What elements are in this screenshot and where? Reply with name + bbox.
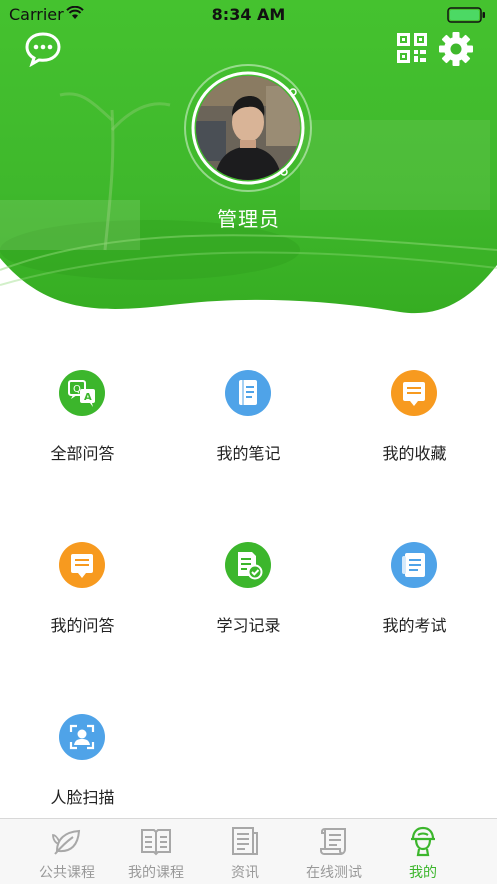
menu-label: 我的问答 <box>50 616 115 635</box>
study-record-icon <box>225 542 271 588</box>
status-bar: Carrier 8:34 AM <box>0 0 497 30</box>
avatar[interactable] <box>182 62 314 194</box>
news-icon <box>232 827 258 855</box>
tab-public-courses[interactable]: 公共课程 <box>22 819 112 881</box>
menu-item-face-scan[interactable]: 人脸扫描 <box>0 696 165 836</box>
tab-label: 在线测试 <box>306 865 362 881</box>
face-scan-icon <box>59 714 105 760</box>
menu-label: 我的考试 <box>382 616 447 635</box>
qr-code-icon <box>397 33 427 63</box>
menu-item-my-exam[interactable]: 我的考试 <box>332 524 497 664</box>
tab-label: 资讯 <box>231 865 259 881</box>
menu-item-my-notes[interactable]: 我的笔记 <box>166 352 331 492</box>
menu-item-study-record[interactable]: 学习记录 <box>166 524 331 664</box>
svg-text:A: A <box>84 392 92 403</box>
chat-bubble-icon <box>25 32 61 68</box>
battery-icon <box>447 7 485 23</box>
open-book-icon <box>141 829 171 856</box>
menu-label: 我的收藏 <box>382 444 447 463</box>
tab-label: 我的 <box>409 865 437 881</box>
username: 管理员 <box>217 207 280 231</box>
menu-label: 全部问答 <box>50 444 115 463</box>
svg-text:Q: Q <box>73 384 81 395</box>
tab-my-courses[interactable]: 我的课程 <box>111 819 201 881</box>
leaf-icon <box>52 829 81 855</box>
status-time: 8:34 AM <box>211 5 286 24</box>
settings-button[interactable] <box>438 31 474 67</box>
tab-bar: 公共课程 我的课程 资讯 在线测试 我的 <box>0 818 497 884</box>
menu-item-favorites[interactable]: 我的收藏 <box>332 352 497 492</box>
tab-online-test[interactable]: 在线测试 <box>289 819 379 881</box>
scroll-icon <box>320 828 346 855</box>
menu-label: 我的笔记 <box>216 444 281 463</box>
notebook-icon <box>225 370 271 416</box>
my-qa-icon <box>59 542 105 588</box>
person-icon <box>411 826 435 857</box>
menu-label: 学习记录 <box>216 616 281 635</box>
menu-item-all-qa[interactable]: Q A 全部问答 <box>0 352 165 492</box>
tab-label: 公共课程 <box>39 865 95 881</box>
exam-icon <box>391 542 437 588</box>
qa-translate-icon: Q A <box>59 370 105 416</box>
profile-header: Carrier 8:34 AM 管理员 <box>0 0 497 330</box>
menu-label: 人脸扫描 <box>50 788 115 807</box>
menu-item-my-qa[interactable]: 我的问答 <box>0 524 165 664</box>
tab-news[interactable]: 资讯 <box>200 819 290 881</box>
gear-icon <box>439 32 473 66</box>
tab-mine[interactable]: 我的 <box>378 819 468 881</box>
message-button[interactable] <box>24 31 62 68</box>
avatar-photo <box>196 76 300 180</box>
favorite-note-icon <box>391 370 437 416</box>
tab-label: 我的课程 <box>128 865 184 881</box>
qr-code-button[interactable] <box>397 33 427 63</box>
person-photo <box>196 76 300 180</box>
